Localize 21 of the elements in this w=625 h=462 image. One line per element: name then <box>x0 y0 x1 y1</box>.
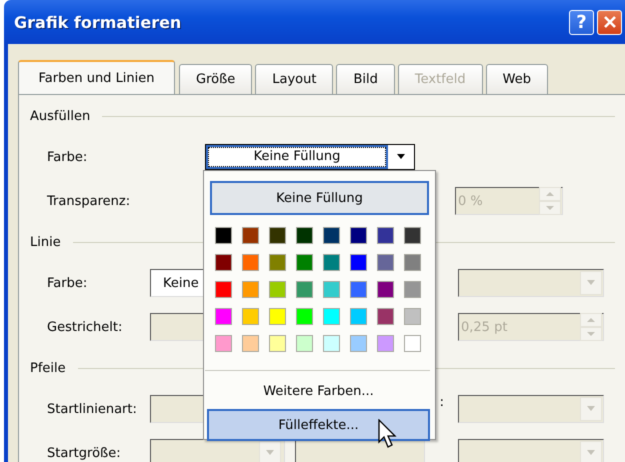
tab[interactable]: Layout <box>255 64 334 94</box>
tab[interactable]: Größe <box>179 64 252 94</box>
help-button[interactable]: ? <box>569 10 594 34</box>
section-heading: Ausfüllen <box>30 108 90 124</box>
tab[interactable]: Farben und Linien <box>18 60 175 94</box>
field-label: Transparenz: <box>47 194 132 208</box>
field-label: Farbe: <box>47 276 88 290</box>
field-label: Startgröße: <box>47 446 122 460</box>
section-heading: Pfeile <box>30 360 66 376</box>
field-label: : <box>440 395 444 410</box>
menu-item[interactable]: Weitere Farben... <box>207 375 430 407</box>
tab[interactable]: Web <box>486 64 548 94</box>
color-dropdown[interactable]: Keine Füllung <box>205 144 415 170</box>
menu-item[interactable]: Fülleffekte... <box>207 409 430 441</box>
field-label: Farbe: <box>47 150 88 164</box>
field-label: Gestrichelt: <box>47 320 124 334</box>
section-heading: Linie <box>30 234 61 250</box>
tab[interactable]: Bild <box>336 64 395 94</box>
window-title: Grafik formatieren <box>14 12 182 32</box>
field-label: Startlinienart: <box>47 402 138 416</box>
no-fill-button[interactable]: Keine Füllung <box>210 181 429 215</box>
